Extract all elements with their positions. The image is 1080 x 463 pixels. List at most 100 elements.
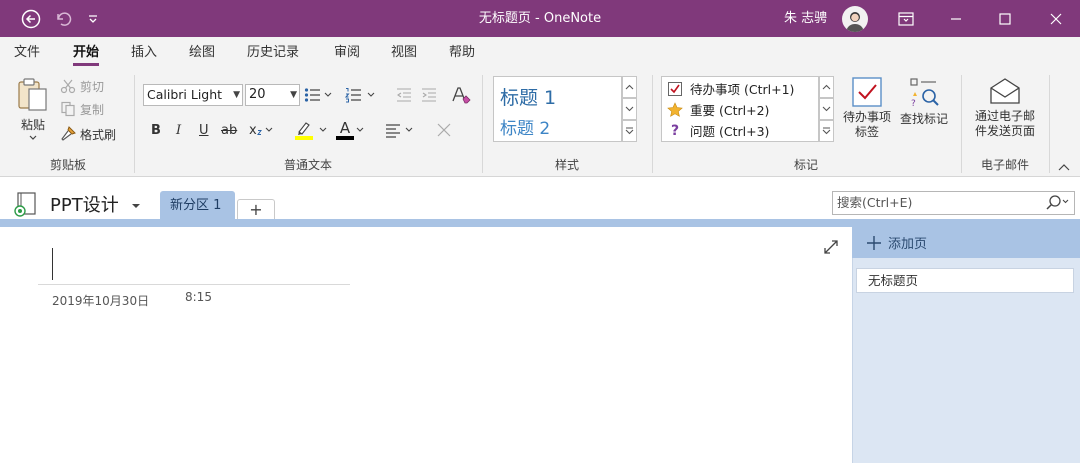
- menu-bar: 文件 开始 插入 绘图 历史记录 审阅 视图 帮助: [0, 37, 1080, 69]
- title-text-cursor[interactable]: [52, 248, 53, 280]
- italic-button[interactable]: I: [176, 121, 181, 139]
- tag-important[interactable]: 重要 (Ctrl+2): [666, 99, 769, 120]
- notebook-sync-icon: [14, 192, 36, 217]
- ribbon-display-options-button[interactable]: [893, 0, 919, 37]
- find-tags-button[interactable]: ? 查找标记: [896, 76, 952, 136]
- search-input[interactable]: 搜索(Ctrl+E): [832, 191, 1075, 215]
- tag-todo-label: 待办事项 (Ctrl+1): [690, 82, 795, 97]
- full-page-view-button[interactable]: [822, 238, 840, 256]
- close-icon: [437, 123, 451, 137]
- ribbon: 粘贴 剪切 复制 格式刷 剪贴板 Calibri Light ▼ 20 ▼ B …: [0, 69, 1080, 177]
- indent-icon: [422, 88, 436, 102]
- tag-todo[interactable]: 待办事项 (Ctrl+1): [666, 78, 794, 99]
- plus-icon: [867, 235, 881, 250]
- email-group-label: 电子邮件: [980, 158, 1029, 172]
- numbering-button[interactable]: [345, 86, 375, 104]
- outdent-icon: [397, 88, 411, 102]
- todo-tag-label: 待办事项 标签: [842, 110, 891, 139]
- styles-more-button[interactable]: [622, 120, 637, 142]
- tags-scroll-up[interactable]: [819, 76, 834, 98]
- increase-indent-button[interactable]: [421, 86, 437, 104]
- font-name-select[interactable]: Calibri Light ▼: [143, 84, 243, 106]
- search-icon: [1046, 195, 1069, 210]
- font-color-letter: A: [336, 120, 354, 140]
- font-color-button[interactable]: A: [336, 119, 366, 141]
- strikethrough-button[interactable]: ab: [221, 121, 237, 139]
- styles-scroll-up[interactable]: [622, 76, 637, 98]
- bullets-button[interactable]: [304, 86, 332, 104]
- chevron-down-icon: [822, 106, 831, 112]
- todo-tag-button[interactable]: 待办事项 标签: [838, 76, 896, 156]
- notebook-name-dropdown[interactable]: PPT设计: [50, 191, 142, 217]
- section-color-strip: [0, 219, 1080, 227]
- tags-more-button[interactable]: [819, 120, 834, 142]
- font-size-value: 20: [249, 87, 266, 102]
- chevron-down-icon: [29, 135, 37, 140]
- group-divider: [1049, 75, 1050, 173]
- avatar[interactable]: [842, 6, 868, 32]
- title-bar: 无标题页 - OneNote 朱 志骋: [0, 0, 1080, 37]
- tag-important-label: 重要 (Ctrl+2): [690, 103, 770, 118]
- notebook-icon[interactable]: [12, 190, 40, 221]
- group-divider: [482, 75, 483, 173]
- page-title-underline: [38, 284, 350, 285]
- add-page-label: 添加页: [888, 237, 928, 252]
- tags-gallery: 待办事项 (Ctrl+1) 重要 (Ctrl+2) ? 问题 (Ctrl+3): [661, 76, 819, 142]
- styles-gallery: 标题 1 标题 2: [493, 76, 622, 142]
- style-heading-1[interactable]: 标题 1: [500, 83, 556, 110]
- cut-button[interactable]: 剪切: [60, 77, 104, 95]
- section-tab[interactable]: 新分区 1: [160, 191, 235, 220]
- paragraph-alignment-button[interactable]: [385, 121, 417, 139]
- collapse-ribbon-button[interactable]: [1058, 161, 1070, 173]
- maximize-button[interactable]: [989, 0, 1021, 37]
- user-name[interactable]: 朱 志骋: [784, 0, 827, 37]
- caret-down-icon: [132, 204, 141, 208]
- close-button[interactable]: [1040, 0, 1072, 37]
- page-canvas[interactable]: [0, 227, 852, 463]
- envelope-icon: [990, 78, 1020, 104]
- style-heading-2[interactable]: 标题 2: [500, 114, 550, 139]
- tab-review[interactable]: 审阅: [334, 37, 360, 69]
- add-page-button[interactable]: 添加页: [852, 227, 1080, 258]
- ribbon-display-icon: [898, 11, 914, 26]
- group-divider: [134, 75, 135, 173]
- bold-button[interactable]: B: [151, 121, 161, 139]
- numbered-list-icon: [345, 88, 375, 103]
- align-left-icon: [386, 124, 413, 138]
- tags-scroll-down[interactable]: [819, 98, 834, 120]
- chevron-up-icon: [625, 84, 634, 90]
- clear-formatting-button[interactable]: [451, 85, 471, 105]
- page-list-pane: [852, 227, 1080, 463]
- basic-text-group-label: 普通文本: [283, 158, 332, 172]
- tab-file[interactable]: 文件: [14, 37, 40, 69]
- tags-group-label: 标记: [793, 158, 818, 172]
- minimize-button[interactable]: [940, 0, 972, 37]
- tab-view[interactable]: 视图: [391, 37, 417, 69]
- underline-button[interactable]: U: [199, 121, 209, 139]
- styles-scroll-down[interactable]: [622, 98, 637, 120]
- svg-text:?: ?: [911, 99, 916, 108]
- tab-history[interactable]: 历史记录: [247, 37, 299, 69]
- find-tags-icon: ?: [910, 78, 939, 108]
- tab-insert[interactable]: 插入: [131, 37, 157, 69]
- tag-question[interactable]: ? 问题 (Ctrl+3): [666, 120, 769, 141]
- email-page-button[interactable]: 通过电子邮 件发送页面: [967, 76, 1043, 156]
- decrease-indent-button[interactable]: [396, 86, 412, 104]
- copy-button[interactable]: 复制: [60, 100, 104, 118]
- tab-home[interactable]: 开始: [73, 37, 100, 69]
- styles-group-label: 样式: [554, 158, 579, 172]
- format-painter-button[interactable]: 格式刷: [60, 125, 116, 143]
- tab-help[interactable]: 帮助: [449, 37, 475, 69]
- delete-button[interactable]: [436, 121, 452, 139]
- tab-draw[interactable]: 绘图: [189, 37, 215, 69]
- subscript-button[interactable]: x: [249, 121, 273, 139]
- font-size-select[interactable]: 20 ▼: [245, 84, 300, 106]
- copy-label: 复制: [80, 102, 105, 117]
- tag-question-label: 问题 (Ctrl+3): [690, 124, 770, 139]
- chevron-up-icon: [822, 84, 831, 90]
- paste-button[interactable]: 粘贴: [14, 77, 52, 147]
- add-section-button[interactable]: +: [237, 199, 275, 220]
- page-list-item[interactable]: 无标题页: [856, 268, 1074, 293]
- question-mark-icon: ?: [670, 122, 680, 139]
- highlight-color-button[interactable]: [294, 119, 330, 141]
